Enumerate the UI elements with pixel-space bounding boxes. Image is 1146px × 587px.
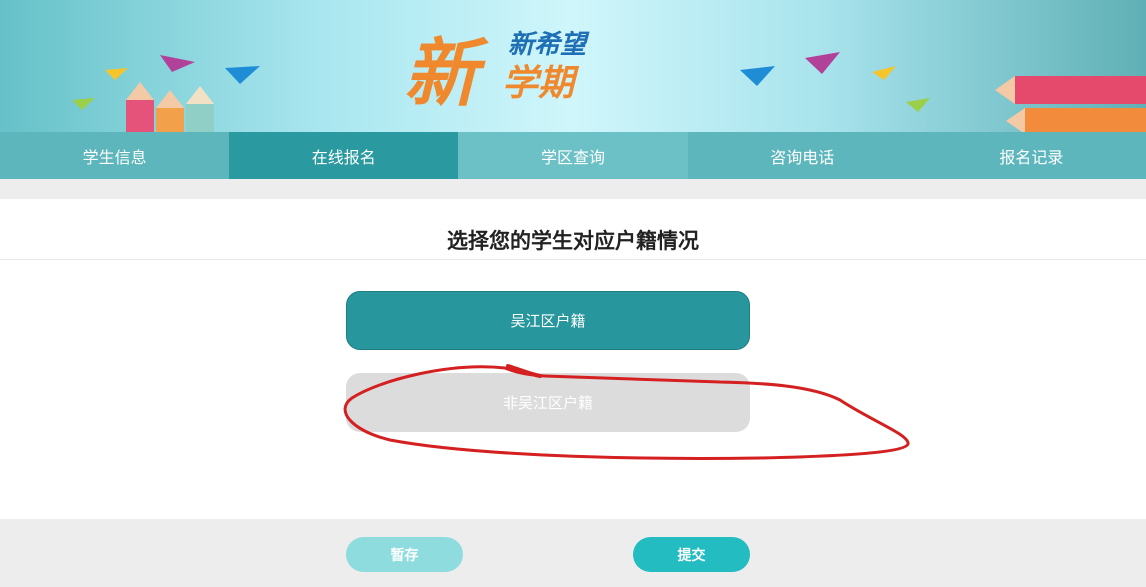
pencils-right-icon	[995, 76, 1146, 132]
paper-plane-icon	[805, 52, 840, 74]
paper-plane-icon	[740, 66, 775, 86]
nav-item-consult-phone[interactable]: 咨询电话	[688, 132, 917, 179]
paper-plane-icon	[906, 98, 930, 112]
logo-line2: 学期	[502, 63, 575, 104]
option-label: 非吴江区户籍	[502, 394, 593, 412]
page-title: 选择您的学生对应户籍情况	[447, 229, 699, 253]
logo-big-char: 新	[404, 31, 478, 117]
option-non-wujiang-hukou[interactable]: 非吴江区户籍	[346, 373, 750, 432]
divider	[0, 259, 1146, 260]
nav-item-online-registration[interactable]: 在线报名	[229, 132, 459, 179]
submit-button[interactable]: 提交	[633, 537, 750, 572]
header-banner: 新 新希望 学期	[0, 0, 1146, 132]
paper-plane-icon	[72, 98, 95, 110]
paper-plane-icon	[160, 55, 195, 72]
main-nav: 学生信息 在线报名 学区查询 咨询电话 报名记录	[0, 132, 1146, 179]
banner-logo: 新 新希望 学期	[400, 20, 640, 117]
nav-item-student-info[interactable]: 学生信息	[0, 132, 229, 179]
paper-plane-icon	[872, 66, 896, 80]
section-gap	[0, 179, 1146, 199]
footer-bar: 暂存 提交	[0, 519, 1146, 587]
paper-plane-icon	[105, 68, 128, 80]
option-label: 吴江区户籍	[510, 312, 586, 330]
save-draft-button[interactable]: 暂存	[346, 537, 463, 572]
nav-item-registration-records[interactable]: 报名记录	[917, 132, 1146, 179]
paper-plane-icon	[225, 66, 260, 84]
nav-item-school-district[interactable]: 学区查询	[458, 132, 688, 179]
pencils-left-icon	[126, 82, 214, 132]
option-wujiang-hukou[interactable]: 吴江区户籍	[346, 291, 750, 350]
main-panel: 选择您的学生对应户籍情况 吴江区户籍 非吴江区户籍	[0, 199, 1146, 519]
